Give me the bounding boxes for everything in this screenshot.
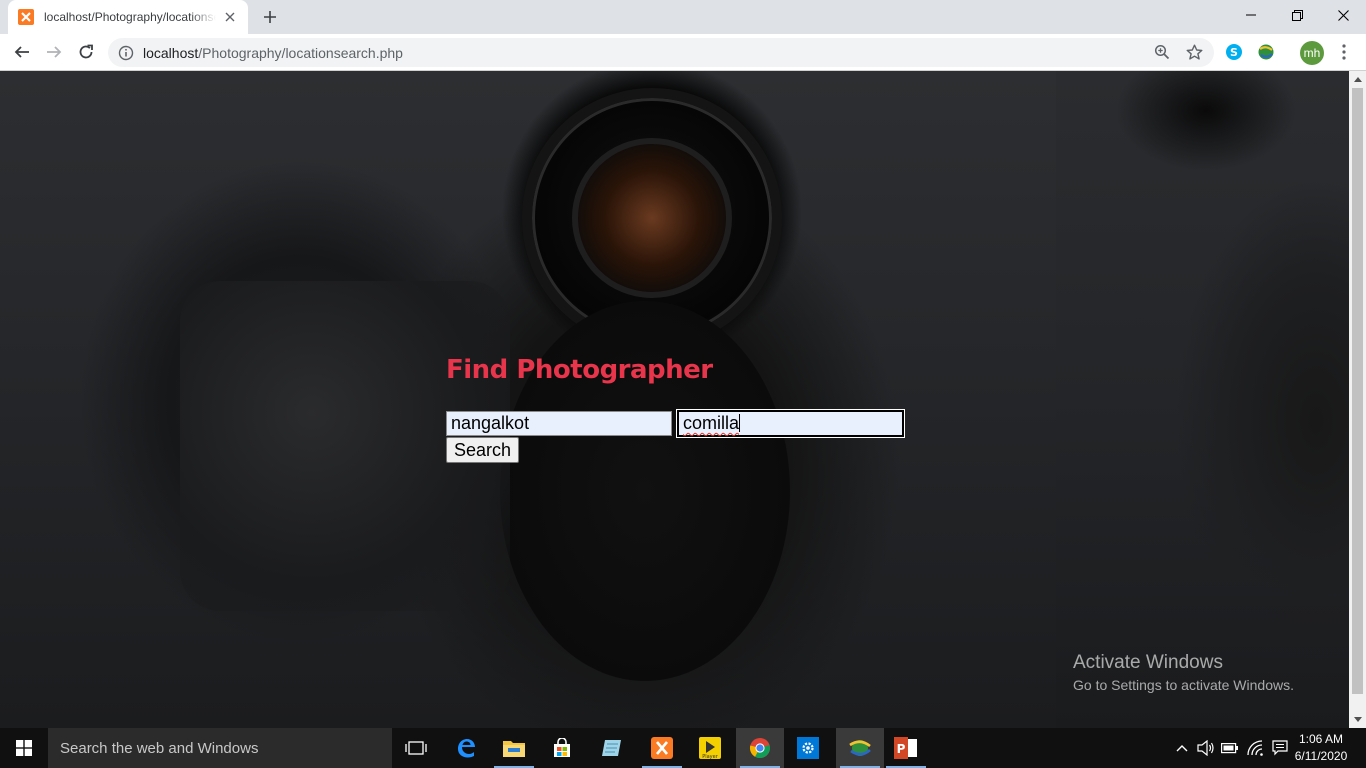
page-scrollbar[interactable] xyxy=(1349,71,1366,728)
xampp-favicon-icon xyxy=(18,9,34,25)
activate-windows-watermark: Activate Windows Go to Settings to activ… xyxy=(1073,652,1294,695)
camera-background-image-tile xyxy=(1056,71,1349,728)
restore-icon[interactable] xyxy=(1274,0,1320,30)
windows-taskbar: Search the web and Windows Player P 1:06… xyxy=(0,728,1366,768)
taskbar-search-placeholder: Search the web and Windows xyxy=(60,739,259,757)
scroll-up-arrow-icon[interactable] xyxy=(1349,71,1366,88)
download-manager-extension-icon[interactable] xyxy=(1256,42,1276,62)
battery-icon[interactable] xyxy=(1220,738,1240,758)
zoom-icon[interactable] xyxy=(1152,42,1172,62)
edge-browser-icon[interactable] xyxy=(442,728,490,768)
watermark-subtitle: Go to Settings to activate Windows. xyxy=(1073,677,1294,693)
browser-menu-icon[interactable] xyxy=(1334,42,1354,62)
browser-tab[interactable]: localhost/Photography/locationsearch.php xyxy=(8,0,248,34)
page-viewport: Activate Windows Go to Settings to activ… xyxy=(0,71,1349,728)
site-info-icon[interactable] xyxy=(118,45,134,61)
scroll-down-arrow-icon[interactable] xyxy=(1349,711,1366,728)
bookmark-star-icon[interactable] xyxy=(1184,42,1204,62)
download-manager-icon[interactable] xyxy=(836,728,884,768)
chrome-icon[interactable] xyxy=(736,728,784,768)
task-view-icon[interactable] xyxy=(392,728,440,768)
url-host: localhost xyxy=(143,44,199,61)
browser-toolbar: localhost/Photography/locationsearch.php… xyxy=(0,34,1366,71)
location-input-value: nangalkot xyxy=(451,413,530,433)
new-tab-plus-icon[interactable] xyxy=(258,5,282,29)
forward-arrow-icon[interactable] xyxy=(40,38,68,66)
clock-date: 6/11/2020 xyxy=(1294,749,1348,763)
show-hidden-icons-chevron-icon[interactable] xyxy=(1172,738,1192,758)
clock-time: 1:06 AM xyxy=(1298,732,1344,746)
system-clock[interactable]: 1:06 AM 6/11/2020 xyxy=(1294,731,1348,765)
windows-start-icon[interactable] xyxy=(0,728,48,768)
skype-extension-icon[interactable]: S xyxy=(1224,42,1244,62)
svg-text:Player: Player xyxy=(702,754,719,759)
watermark-title: Activate Windows xyxy=(1073,652,1223,673)
back-arrow-icon[interactable] xyxy=(8,38,36,66)
address-bar[interactable]: localhost/Photography/locationsearch.php xyxy=(108,38,1214,67)
close-window-icon[interactable] xyxy=(1320,0,1366,30)
svg-text:P: P xyxy=(897,742,906,756)
xampp-icon[interactable] xyxy=(638,728,686,768)
file-explorer-icon[interactable] xyxy=(490,728,538,768)
store-icon[interactable] xyxy=(538,728,586,768)
district-input[interactable]: comilla xyxy=(677,410,904,437)
minimize-icon[interactable] xyxy=(1228,0,1274,30)
powerpoint-icon[interactable]: P xyxy=(882,728,930,768)
settings-icon[interactable] xyxy=(784,728,832,768)
district-input-value: comilla xyxy=(683,413,740,433)
action-center-icon[interactable] xyxy=(1270,738,1290,758)
svg-text:S: S xyxy=(1230,46,1238,59)
browser-titlebar: localhost/Photography/locationsearch.php xyxy=(0,0,1366,34)
camera-background-image xyxy=(0,71,1056,728)
page-title: Find Photographer xyxy=(446,355,713,385)
reload-icon[interactable] xyxy=(72,38,100,66)
url-text: localhost/Photography/locationsearch.php xyxy=(143,45,403,61)
scrollbar-thumb[interactable] xyxy=(1352,88,1363,694)
text-caret xyxy=(739,414,741,432)
profile-avatar[interactable]: mh xyxy=(1300,41,1324,65)
url-path: /Photography/locationsearch.php xyxy=(198,44,403,61)
location-input[interactable]: nangalkot xyxy=(446,411,672,436)
notes-app-icon[interactable] xyxy=(588,728,636,768)
close-tab-icon[interactable] xyxy=(222,9,238,25)
search-button[interactable]: Search xyxy=(446,437,519,463)
volume-icon[interactable] xyxy=(1196,738,1216,758)
media-player-icon[interactable]: Player xyxy=(686,728,734,768)
tab-title: localhost/Photography/locationsearch.php xyxy=(44,10,216,24)
taskbar-search-box[interactable]: Search the web and Windows xyxy=(48,728,392,768)
wifi-icon[interactable] xyxy=(1246,738,1266,758)
